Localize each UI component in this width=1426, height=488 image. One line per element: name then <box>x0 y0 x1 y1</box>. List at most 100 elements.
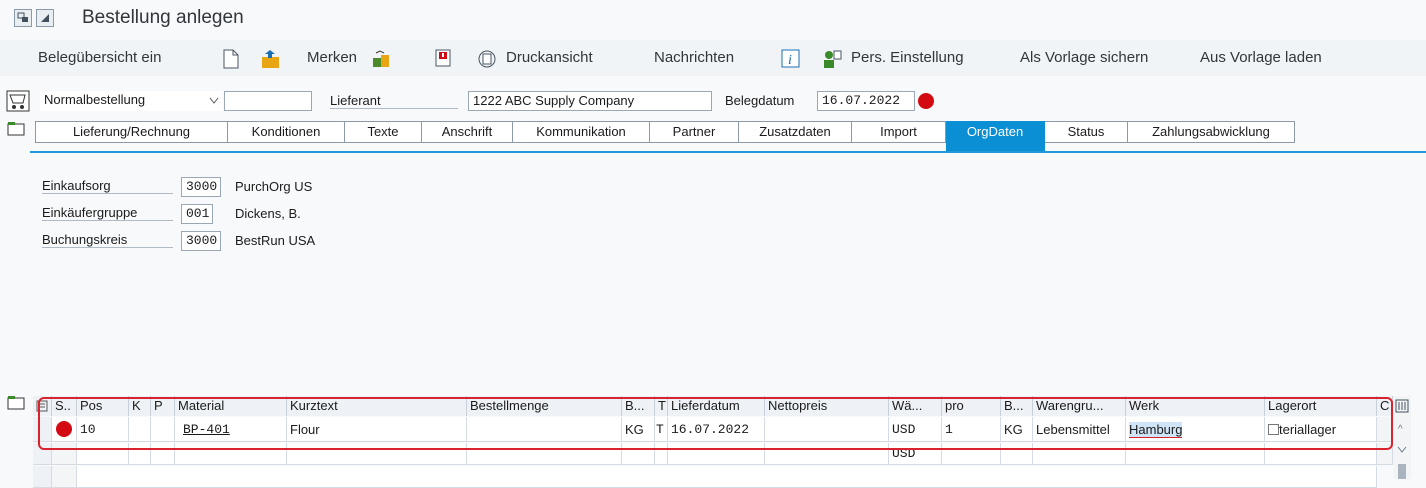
cell-lieferdatum[interactable]: 16.07.2022 <box>668 417 765 442</box>
col-bestellmenge[interactable]: Bestellmenge <box>467 396 622 416</box>
col-lagerort[interactable]: Lagerort <box>1265 396 1377 416</box>
dropdown-icon[interactable] <box>36 9 54 27</box>
cell-werk[interactable]: Hamburg <box>1126 417 1265 442</box>
tab-status[interactable]: Status <box>1045 121 1128 143</box>
vertical-scrollbar[interactable]: ^ <box>1393 396 1411 479</box>
col-c[interactable]: C <box>1377 396 1393 416</box>
row-selector[interactable] <box>33 417 52 442</box>
tab-anschrift[interactable]: Anschrift <box>422 121 513 143</box>
personal-settings-icon[interactable] <box>821 48 843 73</box>
cell-bestellmenge[interactable] <box>467 417 622 442</box>
scrollbar-thumb[interactable] <box>1398 464 1406 479</box>
system-menu-icon[interactable] <box>14 9 32 27</box>
select-all-icon[interactable] <box>33 396 52 416</box>
col-t[interactable]: T <box>655 396 668 416</box>
table-row[interactable] <box>77 466 1377 488</box>
row-selector[interactable] <box>33 443 52 465</box>
cell-pro[interactable]: 1 <box>942 417 1001 442</box>
belegdatum-field[interactable]: 16.07.2022 <box>817 91 915 111</box>
tab-zahlungsabwicklung[interactable]: Zahlungsabwicklung <box>1128 121 1295 143</box>
scroll-up-icon[interactable]: ^ <box>1398 424 1403 435</box>
tab-zusatzdaten[interactable]: Zusatzdaten <box>739 121 852 143</box>
new-document-icon[interactable] <box>223 49 239 72</box>
tab-orgdaten[interactable]: OrgDaten <box>946 121 1045 151</box>
cell-kurztext[interactable]: Flour <box>287 417 467 442</box>
cell-bme[interactable]: KG <box>622 417 655 442</box>
order-number-field[interactable] <box>224 91 312 111</box>
shopping-cart-icon[interactable] <box>6 90 30 115</box>
col-bme[interactable]: B... <box>622 396 655 416</box>
cell-p[interactable] <box>151 417 175 442</box>
col-bpr[interactable]: B... <box>1001 396 1033 416</box>
cell-bpr[interactable]: KG <box>1001 417 1033 442</box>
cell-bpr[interactable] <box>1001 443 1033 465</box>
value-help-icon[interactable] <box>1268 424 1279 435</box>
werk-value[interactable]: Hamburg <box>1129 422 1183 438</box>
tab-import[interactable]: Import <box>852 121 946 143</box>
cell-p[interactable] <box>151 443 175 465</box>
tab-partner[interactable]: Partner <box>650 121 739 143</box>
open-folder-icon[interactable] <box>261 49 281 72</box>
col-status[interactable]: S.. <box>52 396 77 416</box>
merken-button[interactable]: Merken <box>307 49 357 66</box>
expand-header-icon[interactable] <box>6 119 26 140</box>
print-preview-icon[interactable] <box>477 49 497 72</box>
einkaufsorg-field[interactable]: 3000 <box>181 177 221 197</box>
col-pos[interactable]: Pos <box>77 396 129 416</box>
col-k[interactable]: K <box>129 396 151 416</box>
error-log-icon[interactable] <box>434 49 454 72</box>
tab-konditionen[interactable]: Konditionen <box>228 121 345 143</box>
cell-waehrung[interactable]: USD <box>889 417 942 442</box>
tab-lieferung-rechnung[interactable]: Lieferung/Rechnung <box>35 121 228 143</box>
col-lieferdatum[interactable]: Lieferdatum <box>668 396 765 416</box>
error-status-icon <box>56 421 72 437</box>
buchungskreis-field[interactable]: 3000 <box>181 231 221 251</box>
col-material[interactable]: Material <box>175 396 287 416</box>
col-p[interactable]: P <box>151 396 175 416</box>
col-nettopreis[interactable]: Nettopreis <box>765 396 889 416</box>
cell-lagerort[interactable] <box>1265 443 1377 465</box>
col-pro[interactable]: pro <box>942 396 1001 416</box>
druckansicht-button[interactable]: Druckansicht <box>506 49 593 66</box>
col-waehrung[interactable]: Wä... <box>889 396 942 416</box>
cell-kurztext[interactable] <box>287 443 467 465</box>
col-warengruppe[interactable]: Warengru... <box>1033 396 1126 416</box>
cell-nettopreis[interactable] <box>765 417 889 442</box>
cell-werk[interactable] <box>1126 443 1265 465</box>
cell-warengruppe[interactable] <box>1033 443 1126 465</box>
check-transfer-icon[interactable] <box>371 49 391 72</box>
tab-texte[interactable]: Texte <box>345 121 422 143</box>
tab-kommunikation[interactable]: Kommunikation <box>513 121 650 143</box>
cell-material[interactable]: BP-401 <box>175 417 287 442</box>
col-kurztext[interactable]: Kurztext <box>287 396 467 416</box>
order-type-select[interactable]: Normalbestellung <box>40 91 223 111</box>
column-settings-icon[interactable] <box>1393 396 1411 416</box>
aus-vorlage-laden-button[interactable]: Aus Vorlage laden <box>1200 49 1322 66</box>
lieferant-field[interactable]: 1222 ABC Supply Company <box>468 91 712 111</box>
cell-nettopreis[interactable] <box>765 443 889 465</box>
cell-lieferdatum[interactable] <box>668 443 765 465</box>
cell-k[interactable] <box>129 417 151 442</box>
cell-pos[interactable] <box>77 443 129 465</box>
cell-pro[interactable] <box>942 443 1001 465</box>
cell-material[interactable] <box>175 443 287 465</box>
expand-items-icon[interactable] <box>6 393 26 414</box>
cell-pos[interactable]: 10 <box>77 417 129 442</box>
cell-lagerort[interactable]: teriallager <box>1265 417 1377 442</box>
col-werk[interactable]: Werk <box>1126 396 1265 416</box>
einkaeufergruppe-field[interactable]: 001 <box>181 204 213 224</box>
info-icon[interactable]: i <box>781 49 801 72</box>
scroll-down-icon[interactable] <box>1397 446 1407 454</box>
cell-k[interactable] <box>129 443 151 465</box>
nachrichten-button[interactable]: Nachrichten <box>654 49 734 66</box>
als-vorlage-sichern-button[interactable]: Als Vorlage sichern <box>1020 49 1148 66</box>
pers-einstellung-button[interactable]: Pers. Einstellung <box>851 49 964 66</box>
cell-bme[interactable] <box>622 443 655 465</box>
cell-t[interactable] <box>655 443 668 465</box>
cell-bestellmenge[interactable] <box>467 443 622 465</box>
row-selector[interactable] <box>33 466 52 488</box>
cell-warengruppe[interactable]: Lebensmittel <box>1033 417 1126 442</box>
cell-waehrung[interactable]: USD <box>889 443 942 465</box>
beleguebersicht-button[interactable]: Belegübersicht ein <box>38 49 161 66</box>
cell-t[interactable]: T <box>655 417 668 442</box>
